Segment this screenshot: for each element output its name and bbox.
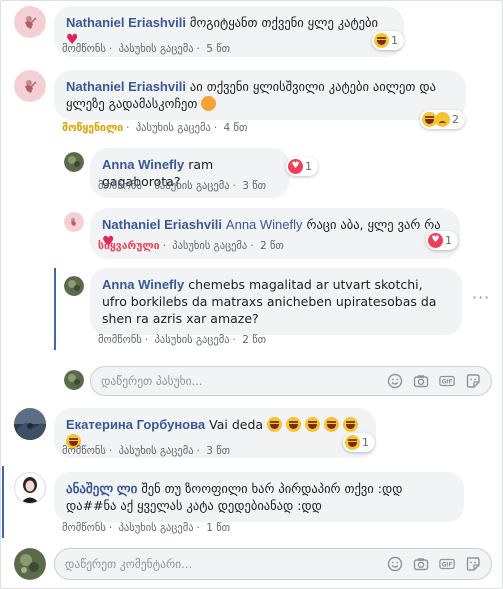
sticker-icon[interactable] <box>465 556 481 572</box>
comment-text: რაცი აბა, ყლე ვარ რა <box>306 217 441 232</box>
reply-input[interactable]: დაწერეთ პასუხი... GIF <box>90 366 492 396</box>
reply-placeholder: დაწერეთ პასუხი... <box>101 374 203 388</box>
avatar[interactable] <box>64 212 84 232</box>
svg-text:GIF: GIF <box>442 380 453 386</box>
comment-placeholder: დაწერეთ კომენტარი... <box>65 557 193 571</box>
comment-author[interactable]: Anna Winefly <box>102 157 184 172</box>
thread-highlight <box>54 268 56 350</box>
reaction-summary[interactable]: 1 <box>372 31 404 50</box>
reaction-count: 1 <box>391 34 398 47</box>
reaction-count: 2 <box>452 113 459 126</box>
reaction-count: 1 <box>362 436 369 449</box>
haha-icon <box>345 435 360 450</box>
timestamp[interactable]: 2 წთ <box>260 240 284 252</box>
svg-text:GIF: GIF <box>442 563 453 569</box>
avatar[interactable] <box>64 152 84 172</box>
reply-link[interactable]: პასუხის გაცემა <box>155 334 230 346</box>
comment-author[interactable]: ანაშელ ლი <box>66 481 137 496</box>
timestamp[interactable]: 1 წთ <box>206 522 230 534</box>
like-link[interactable]: სიყვარული <box>98 240 160 252</box>
avatar <box>14 548 46 580</box>
timestamp[interactable]: 2 წთ <box>242 334 266 346</box>
sad-icon <box>435 112 450 127</box>
camera-icon[interactable] <box>413 556 429 572</box>
comment-bubble: Nathaniel Eriashvili აი თქვენი ყლისშვილი… <box>54 70 466 120</box>
comment-author[interactable]: Anna Winefly <box>102 277 184 292</box>
like-link[interactable]: მომწონს <box>98 180 142 192</box>
avatar[interactable] <box>64 276 84 296</box>
reaction-summary[interactable]: 2 <box>420 110 465 129</box>
avatar[interactable] <box>14 70 46 102</box>
love-icon: ♥ <box>428 233 443 248</box>
like-link[interactable]: მომწონს <box>98 334 142 346</box>
reply-link[interactable]: პასუხის გაცემა <box>119 445 194 457</box>
gif-icon[interactable]: GIF <box>439 556 455 572</box>
comment-actions: მომწონს · პასუხის გაცემა · 2 წთ <box>98 334 267 346</box>
comment-author[interactable]: Екатерина Горбунова <box>66 417 205 432</box>
more-options-icon[interactable]: ··· <box>472 288 490 307</box>
reaction-count: 1 <box>445 234 452 247</box>
timestamp[interactable]: 4 წთ <box>224 122 248 134</box>
smile-icon[interactable] <box>387 556 403 572</box>
camera-icon[interactable] <box>413 373 429 389</box>
reply-link[interactable]: პასუხის გაცემა <box>172 240 247 252</box>
comment-text: Vai deda <box>209 417 264 432</box>
sticker-icon[interactable] <box>465 373 481 389</box>
comment-author[interactable]: Nathaniel Eriashvili <box>66 79 186 94</box>
avatar[interactable] <box>14 408 46 440</box>
reply-link[interactable]: პასუხის გაცემა <box>136 122 211 134</box>
gif-icon[interactable]: GIF <box>439 373 455 389</box>
kiss-emoji-icon <box>201 96 217 111</box>
love-icon: ♥ <box>288 159 303 174</box>
comment-actions: მომწონს · პასუხის გაცემა · 3 წთ <box>98 180 267 192</box>
like-link[interactable]: მოწყენილი <box>62 122 123 134</box>
comment-input[interactable]: დაწერეთ კომენტარი... GIF <box>54 548 492 580</box>
comment-text: მოგიტყანთ თქვენი ყლე კატები <box>189 15 378 30</box>
mention-tag[interactable]: Anna Winefly <box>226 217 303 232</box>
reaction-summary[interactable]: ♥ 1 <box>426 231 458 250</box>
reply-link[interactable]: პასუხის გაცემა <box>155 180 230 192</box>
reaction-count: 1 <box>305 160 312 173</box>
haha-icon <box>374 33 389 48</box>
like-link[interactable]: მომწონს <box>62 445 106 457</box>
avatar[interactable] <box>14 6 46 38</box>
reaction-summary[interactable]: ♥ 1 <box>286 157 318 176</box>
smile-icon[interactable] <box>387 373 403 389</box>
timestamp[interactable]: 5 წთ <box>206 43 230 55</box>
reply-link[interactable]: პასუხის გაცემა <box>119 43 194 55</box>
comment-actions: მომწონს · პასუხის გაცემა · 5 წთ <box>62 43 231 55</box>
comment-actions: სიყვარული · პასუხის გაცემა · 2 წთ <box>98 240 284 252</box>
like-link[interactable]: მომწონს <box>62 522 106 534</box>
comment-author[interactable]: Nathaniel Eriashvili <box>66 15 186 30</box>
comment-actions: მოწყენილი · პასუხის გაცემა · 4 წთ <box>62 122 248 134</box>
like-link[interactable]: მომწონს <box>62 43 106 55</box>
reply-link[interactable]: პასუხის გაცემა <box>119 522 194 534</box>
comment-actions: მომწონს · პასუხის გაცემა · 3 წთ <box>62 445 231 457</box>
reaction-summary[interactable]: 1 <box>343 433 375 452</box>
timestamp[interactable]: 3 წთ <box>242 180 266 192</box>
avatar[interactable] <box>14 472 46 504</box>
reply-bubble: Anna Winefly chemebs magalitad ar utvart… <box>90 268 462 335</box>
comment-bubble: ანაშელ ლი შენ თუ ზოოფილი ხარ პირდაპირ თქ… <box>54 472 464 522</box>
timestamp[interactable]: 3 წთ <box>206 445 230 457</box>
thread-highlight <box>2 466 4 538</box>
comment-author[interactable]: Nathaniel Eriashvili <box>102 217 222 232</box>
avatar <box>64 370 84 390</box>
comment-actions: მომწონს · პასუხის გაცემა · 1 წთ <box>62 522 231 534</box>
